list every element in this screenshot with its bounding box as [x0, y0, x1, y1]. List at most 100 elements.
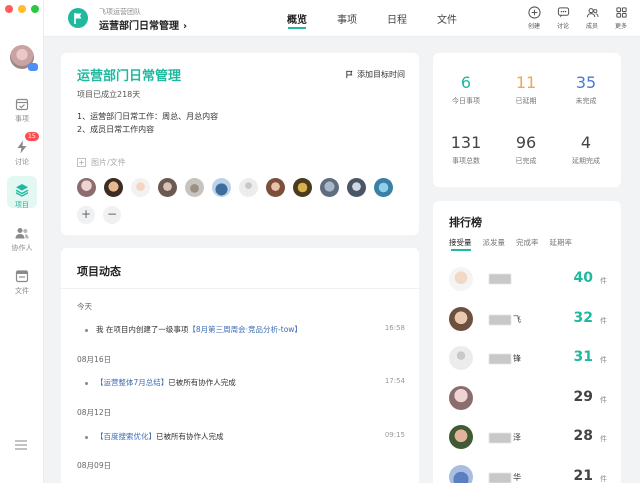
tab-tasks[interactable]: 事项 [322, 11, 372, 26]
avatar [449, 267, 473, 291]
leaderboard-row[interactable]: 29 件 [449, 386, 607, 414]
sidebar-item-projects[interactable]: 项目 [0, 176, 44, 210]
member-avatar[interactable] [212, 178, 231, 197]
stat-overdue[interactable]: 11 已延期 [495, 73, 557, 106]
create-button[interactable]: 创建 [520, 6, 548, 30]
member-avatar[interactable] [185, 178, 204, 197]
discuss-button[interactable]: 讨论 [549, 6, 577, 30]
project-logo-icon [68, 8, 88, 28]
attach-files-button[interactable]: 图片/文件 [77, 157, 126, 168]
calendar-check-icon [15, 98, 29, 111]
leaderboard-row[interactable]: 泽 28 件 [449, 425, 607, 453]
project-activity-card: 项目动态 今天 我 在项目内创建了一级事项【8月第三周周会·竞品分析-tow】 … [61, 248, 419, 483]
member-avatar[interactable] [347, 178, 366, 197]
attach-label: 图片/文件 [91, 158, 126, 167]
member-avatar[interactable] [77, 178, 96, 197]
activity-text: 我 在项目内创建了一级事项 [96, 325, 189, 334]
task-count: 28 [573, 428, 593, 444]
sidebar-item-files[interactable]: 文件 [0, 268, 44, 296]
tab-assigned[interactable]: 派发量 [483, 237, 506, 248]
chevron-right-icon: › [183, 21, 188, 32]
redacted-name [489, 314, 511, 325]
user-avatar[interactable] [10, 45, 38, 71]
maximize-window-button[interactable] [31, 5, 39, 13]
stat-done[interactable]: 96 已完成 [495, 133, 557, 166]
project-age: 项目已成立218天 [77, 90, 141, 99]
left-sidebar: 事项 15 讨论 项目 协作人 文件 [0, 0, 44, 483]
member-avatar[interactable] [320, 178, 339, 197]
top-header: 飞项运营团队 运营部门日常管理 › 概览 事项 日程 文件 创建 讨论 成员 更多 [44, 0, 640, 37]
members-button[interactable]: 成员 [578, 6, 606, 30]
activity-item[interactable]: 【百度搜索优化】已被所有协作人完成 09:15 [85, 431, 405, 442]
task-stats-card: 6 今日事项 11 已延期 35 未完成 131 事项总数 96 已完成 4 延期完成 [433, 53, 621, 187]
tab-received[interactable]: 接受量 [449, 237, 472, 251]
stat-value: 96 [515, 133, 537, 152]
hamburger-menu-icon[interactable] [15, 440, 27, 450]
leaderboard-row[interactable]: 40 件 [449, 267, 607, 295]
stat-incomplete[interactable]: 35 未完成 [555, 73, 617, 106]
sidebar-item-label: 讨论 [15, 158, 29, 166]
task-link[interactable]: 【8月第三周周会·竞品分析-tow】 [188, 325, 302, 334]
more-button[interactable]: 更多 [607, 6, 635, 30]
sidebar-item-discuss[interactable]: 15 讨论 [0, 132, 44, 167]
tab-overview[interactable]: 概览 [272, 11, 322, 29]
add-box-icon [77, 158, 86, 167]
sidebar-item-collaborators[interactable]: 协作人 [0, 225, 44, 253]
sidebar-item-tasks[interactable]: 事项 [0, 96, 44, 124]
activity-item[interactable]: 【运营整体7月总结】已被所有协作人完成 17:54 [85, 377, 405, 388]
task-count: 31 [573, 349, 593, 365]
bullet-icon [85, 381, 88, 385]
member-avatar[interactable] [158, 178, 177, 197]
activity-date: 08月16日 [77, 355, 112, 364]
vip-badge-icon [28, 63, 38, 71]
activity-date: 今天 [77, 302, 92, 311]
add-goal-time-button[interactable]: 添加目标时间 [345, 69, 405, 80]
unread-badge: 15 [25, 132, 39, 141]
member-avatar[interactable] [293, 178, 312, 197]
activity-item[interactable]: 我 在项目内创建了一级事项【8月第三周周会·竞品分析-tow】 16:58 [85, 324, 405, 335]
remove-member-button[interactable]: − [103, 206, 121, 224]
leaderboard-row[interactable]: 华 21 件 [449, 465, 607, 483]
stat-total[interactable]: 131 事项总数 [435, 133, 497, 166]
leaderboard-row[interactable]: 飞 32 件 [449, 307, 607, 335]
task-link[interactable]: 【运营整体7月总结】 [96, 378, 168, 387]
people-icon [15, 228, 29, 239]
folder-icon [15, 270, 29, 283]
member-avatar[interactable] [239, 178, 258, 197]
task-link[interactable]: 【百度搜索优化】 [96, 432, 156, 441]
close-window-button[interactable] [5, 5, 13, 13]
activity-time: 17:54 [384, 377, 405, 385]
tab-files[interactable]: 文件 [422, 11, 472, 26]
members-label: 成员 [585, 23, 598, 30]
activity-time: 16:58 [384, 324, 405, 332]
minimize-window-button[interactable] [18, 5, 26, 13]
tab-completion-rate[interactable]: 完成率 [516, 237, 539, 248]
avatar [449, 465, 473, 483]
avatar [449, 425, 473, 449]
name-part: 锋 [513, 354, 521, 363]
project-overview-card: 运营部门日常管理 添加目标时间 项目已成立218天 1、运营部门日常工作：周总、… [61, 53, 419, 235]
tab-schedule[interactable]: 日程 [372, 11, 422, 26]
stat-label: 事项总数 [452, 157, 480, 165]
project-description[interactable]: 1、运营部门日常工作：周总、月总内容 2、成员日常工作内容 [77, 110, 218, 136]
stat-today[interactable]: 6 今日事项 [435, 73, 497, 106]
team-name: 飞项运营团队 [99, 8, 141, 16]
tab-delay-rate[interactable]: 延期率 [550, 237, 573, 248]
member-name [487, 274, 513, 284]
description-line: 2、成员日常工作内容 [77, 125, 155, 134]
member-avatar[interactable] [104, 178, 123, 197]
layers-icon [15, 184, 29, 197]
stat-late-done[interactable]: 4 延期完成 [555, 133, 617, 166]
bullet-icon [85, 435, 88, 439]
more-label: 更多 [614, 23, 627, 30]
member-avatar[interactable] [266, 178, 285, 197]
task-count: 21 [573, 468, 593, 483]
member-avatar[interactable] [131, 178, 150, 197]
discuss-label: 讨论 [556, 23, 569, 30]
sidebar-item-label: 协作人 [11, 244, 33, 252]
leaderboard-row[interactable]: 锋 31 件 [449, 346, 607, 374]
member-avatar[interactable] [374, 178, 393, 197]
name-part: 华 [513, 473, 521, 482]
project-switcher[interactable]: 运营部门日常管理 › [99, 17, 187, 32]
add-member-button[interactable]: + [77, 206, 95, 224]
